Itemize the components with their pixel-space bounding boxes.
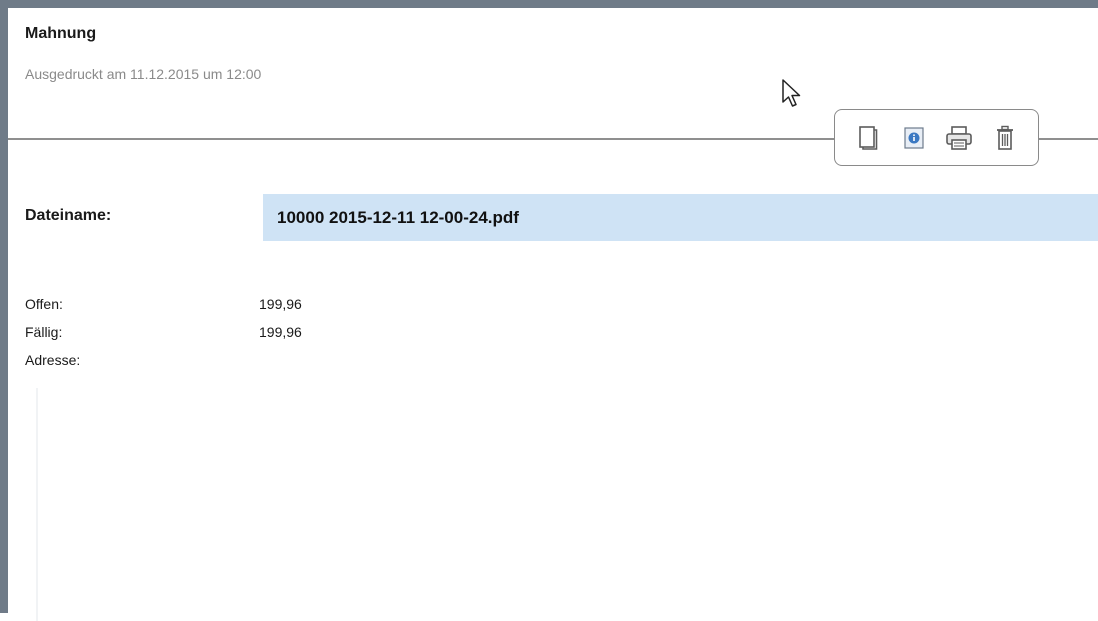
window-top-border	[0, 0, 1098, 8]
document-panel: Mahnung Ausgedruckt am 11.12.2015 um 12:…	[8, 8, 1098, 621]
due-amount-label: Fällig:	[25, 324, 63, 340]
address-label: Adresse:	[25, 352, 81, 368]
delete-button[interactable]	[990, 121, 1020, 155]
info-icon	[904, 126, 924, 149]
printer-icon	[946, 125, 973, 150]
faint-guide-line	[36, 388, 38, 621]
filename-field[interactable]: 10000 2015-12-11 12-00-24.pdf	[263, 194, 1098, 241]
due-amount-value: 199,96	[259, 324, 302, 340]
printed-timestamp: Ausgedruckt am 11.12.2015 um 12:00	[25, 66, 262, 82]
open-amount-label: Offen:	[25, 296, 63, 312]
mouse-cursor-icon	[782, 79, 801, 107]
trash-icon	[997, 125, 1014, 150]
filename-label: Dateiname:	[25, 207, 112, 224]
copy-icon	[859, 125, 878, 150]
copy-button[interactable]	[853, 121, 883, 155]
document-toolbar	[834, 109, 1039, 166]
window-frame: Mahnung Ausgedruckt am 11.12.2015 um 12:…	[0, 0, 1098, 621]
document-title: Mahnung	[25, 25, 97, 42]
info-button[interactable]	[899, 121, 929, 155]
print-button[interactable]	[944, 121, 974, 155]
open-amount-value: 199,96	[259, 296, 302, 312]
window-left-border	[0, 0, 8, 613]
